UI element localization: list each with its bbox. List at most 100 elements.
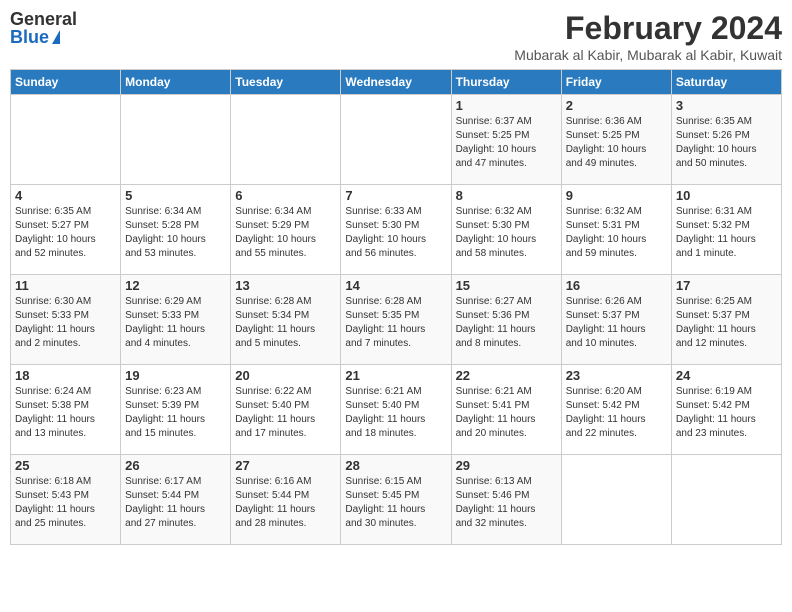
day-header-thursday: Thursday [451,70,561,95]
cell-info-text: Daylight: 11 hours [676,233,777,247]
cell-info-text: Sunrise: 6:22 AM [235,385,336,399]
day-number: 11 [15,278,116,293]
cell-info-text: Sunrise: 6:15 AM [345,475,446,489]
cell-info-text: Sunrise: 6:26 AM [566,295,667,309]
day-number: 14 [345,278,446,293]
cell-info-text: and 49 minutes. [566,157,667,171]
calendar-cell: 27Sunrise: 6:16 AMSunset: 5:44 PMDayligh… [231,455,341,545]
cell-info-text: Daylight: 11 hours [676,413,777,427]
cell-info-text: and 32 minutes. [456,517,557,531]
cell-info-text: Sunrise: 6:36 AM [566,115,667,129]
day-number: 25 [15,458,116,473]
cell-info-text: Sunrise: 6:30 AM [15,295,116,309]
cell-info-text: Daylight: 11 hours [456,413,557,427]
cell-info-text: Sunset: 5:33 PM [125,309,226,323]
calendar-cell: 4Sunrise: 6:35 AMSunset: 5:27 PMDaylight… [11,185,121,275]
cell-info-text: Sunset: 5:45 PM [345,489,446,503]
cell-info-text: Sunset: 5:33 PM [15,309,116,323]
day-number: 12 [125,278,226,293]
cell-info-text: Daylight: 10 hours [676,143,777,157]
cell-info-text: Sunset: 5:36 PM [456,309,557,323]
calendar-week-row: 18Sunrise: 6:24 AMSunset: 5:38 PMDayligh… [11,365,782,455]
calendar-cell: 19Sunrise: 6:23 AMSunset: 5:39 PMDayligh… [121,365,231,455]
cell-info-text: Sunset: 5:37 PM [566,309,667,323]
cell-info-text: Sunrise: 6:28 AM [345,295,446,309]
cell-info-text: Sunset: 5:44 PM [235,489,336,503]
cell-info-text: Sunset: 5:40 PM [235,399,336,413]
logo-general-text: General [10,10,77,28]
calendar-cell: 26Sunrise: 6:17 AMSunset: 5:44 PMDayligh… [121,455,231,545]
day-header-saturday: Saturday [671,70,781,95]
calendar-cell [121,95,231,185]
cell-info-text: and 55 minutes. [235,247,336,261]
cell-info-text: Sunset: 5:44 PM [125,489,226,503]
calendar-cell: 14Sunrise: 6:28 AMSunset: 5:35 PMDayligh… [341,275,451,365]
calendar-cell: 3Sunrise: 6:35 AMSunset: 5:26 PMDaylight… [671,95,781,185]
cell-info-text: Daylight: 10 hours [125,233,226,247]
cell-info-text: and 50 minutes. [676,157,777,171]
cell-info-text: Sunset: 5:40 PM [345,399,446,413]
cell-info-text: and 12 minutes. [676,337,777,351]
cell-info-text: Sunrise: 6:33 AM [345,205,446,219]
day-number: 24 [676,368,777,383]
calendar-cell [231,95,341,185]
cell-info-text: and 4 minutes. [125,337,226,351]
cell-info-text: Daylight: 10 hours [566,233,667,247]
cell-info-text: Daylight: 11 hours [235,413,336,427]
calendar-cell: 25Sunrise: 6:18 AMSunset: 5:43 PMDayligh… [11,455,121,545]
day-number: 28 [345,458,446,473]
calendar-cell: 9Sunrise: 6:32 AMSunset: 5:31 PMDaylight… [561,185,671,275]
day-number: 10 [676,188,777,203]
calendar-cell: 6Sunrise: 6:34 AMSunset: 5:29 PMDaylight… [231,185,341,275]
calendar-cell: 8Sunrise: 6:32 AMSunset: 5:30 PMDaylight… [451,185,561,275]
cell-info-text: Sunset: 5:26 PM [676,129,777,143]
cell-info-text: and 25 minutes. [15,517,116,531]
header: General Blue February 2024 Mubarak al Ka… [10,10,782,63]
cell-info-text: Daylight: 10 hours [566,143,667,157]
calendar-cell: 21Sunrise: 6:21 AMSunset: 5:40 PMDayligh… [341,365,451,455]
cell-info-text: Sunset: 5:29 PM [235,219,336,233]
calendar-body: 1Sunrise: 6:37 AMSunset: 5:25 PMDaylight… [11,95,782,545]
cell-info-text: Daylight: 11 hours [345,413,446,427]
cell-info-text: Sunrise: 6:17 AM [125,475,226,489]
cell-info-text: and 53 minutes. [125,247,226,261]
calendar-cell [341,95,451,185]
day-number: 21 [345,368,446,383]
day-number: 19 [125,368,226,383]
cell-info-text: Daylight: 11 hours [15,323,116,337]
cell-info-text: Daylight: 11 hours [566,413,667,427]
cell-info-text: and 22 minutes. [566,427,667,441]
cell-info-text: Sunrise: 6:25 AM [676,295,777,309]
calendar-cell [11,95,121,185]
calendar-cell: 12Sunrise: 6:29 AMSunset: 5:33 PMDayligh… [121,275,231,365]
calendar-cell: 23Sunrise: 6:20 AMSunset: 5:42 PMDayligh… [561,365,671,455]
cell-info-text: Sunset: 5:37 PM [676,309,777,323]
day-number: 22 [456,368,557,383]
cell-info-text: Sunset: 5:25 PM [566,129,667,143]
cell-info-text: Sunset: 5:43 PM [15,489,116,503]
day-number: 3 [676,98,777,113]
calendar-cell: 28Sunrise: 6:15 AMSunset: 5:45 PMDayligh… [341,455,451,545]
cell-info-text: and 2 minutes. [15,337,116,351]
calendar-cell: 24Sunrise: 6:19 AMSunset: 5:42 PMDayligh… [671,365,781,455]
cell-info-text: Sunset: 5:30 PM [456,219,557,233]
cell-info-text: Sunset: 5:25 PM [456,129,557,143]
calendar-cell: 29Sunrise: 6:13 AMSunset: 5:46 PMDayligh… [451,455,561,545]
calendar-cell: 17Sunrise: 6:25 AMSunset: 5:37 PMDayligh… [671,275,781,365]
cell-info-text: Daylight: 11 hours [456,503,557,517]
calendar-cell: 10Sunrise: 6:31 AMSunset: 5:32 PMDayligh… [671,185,781,275]
cell-info-text: and 58 minutes. [456,247,557,261]
logo: General Blue [10,10,77,46]
calendar-cell: 16Sunrise: 6:26 AMSunset: 5:37 PMDayligh… [561,275,671,365]
cell-info-text: and 20 minutes. [456,427,557,441]
day-number: 27 [235,458,336,473]
cell-info-text: Daylight: 11 hours [125,323,226,337]
cell-info-text: Daylight: 10 hours [345,233,446,247]
cell-info-text: Sunset: 5:39 PM [125,399,226,413]
cell-info-text: Daylight: 11 hours [676,323,777,337]
calendar-week-row: 11Sunrise: 6:30 AMSunset: 5:33 PMDayligh… [11,275,782,365]
cell-info-text: Sunrise: 6:23 AM [125,385,226,399]
calendar-cell [561,455,671,545]
cell-info-text: Sunset: 5:35 PM [345,309,446,323]
cell-info-text: and 17 minutes. [235,427,336,441]
